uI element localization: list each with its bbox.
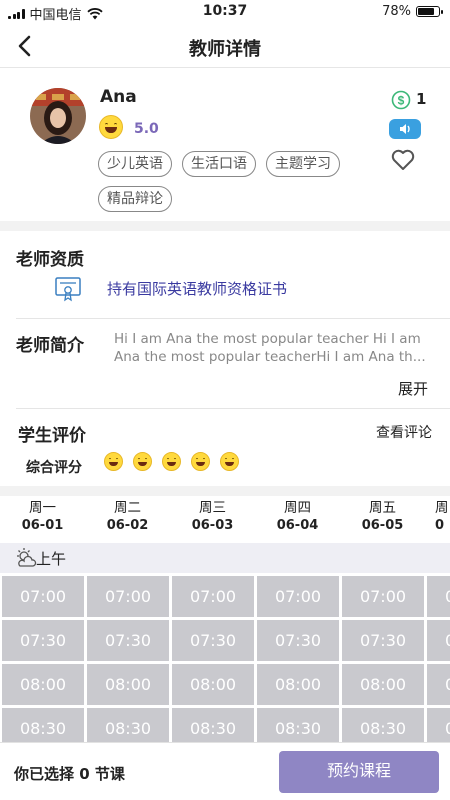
smile-emoji-icon [99, 115, 123, 139]
time-slot[interactable]: 08:30 [172, 708, 254, 742]
avatar[interactable] [30, 88, 86, 144]
day-column[interactable]: 周0 [425, 500, 450, 540]
day-column[interactable]: 周三 06-03 [170, 500, 255, 540]
smile-emoji-icon [162, 452, 181, 471]
coin-count: 1 [416, 90, 427, 108]
period-label: 上午 [36, 550, 67, 568]
avatar-photo [30, 88, 86, 144]
time-slot[interactable]: 07:00 [257, 576, 339, 617]
smile-emoji-icon [220, 452, 239, 471]
day-column[interactable]: 周一 06-01 [0, 500, 85, 540]
battery-percent: 78% [382, 4, 411, 19]
divider [16, 318, 450, 319]
slot-row: 08:3008:3008:3008:3008:3008:30 [2, 708, 450, 742]
period-row: 上午 [0, 543, 450, 573]
intro-text: Hi I am Ana the most popular teacher Hi … [114, 331, 426, 365]
rating-score: 5.0 [134, 121, 159, 137]
time-slot[interactable]: 08:30 [427, 708, 450, 742]
time-slot[interactable]: 08:30 [2, 708, 84, 742]
certificate-icon [55, 277, 81, 302]
expand-link[interactable]: 展开 [398, 378, 428, 399]
smile-emoji-icon [191, 452, 210, 471]
week-header: 周一 06-01 周二 06-02 周三 06-03 周四 06-04 周五 06-05 … [0, 500, 450, 540]
time-slot[interactable]: 08:00 [342, 664, 424, 705]
time-slot[interactable]: 08:30 [257, 708, 339, 742]
favorite-heart-icon[interactable] [390, 147, 416, 173]
smile-emoji-icon [104, 452, 123, 471]
tag[interactable]: 主题学习 [266, 151, 340, 177]
time-slot[interactable]: 07:30 [172, 620, 254, 661]
time-slot[interactable]: 08:00 [87, 664, 169, 705]
tag[interactable]: 少儿英语 [98, 151, 172, 177]
rating-emojis [104, 452, 239, 471]
tag[interactable]: 生活口语 [182, 151, 256, 177]
day-column[interactable]: 周二 06-02 [85, 500, 170, 540]
time-slot[interactable]: 08:00 [2, 664, 84, 705]
time-slot[interactable]: 07:00 [2, 576, 84, 617]
time-slot[interactable]: 07:30 [427, 620, 450, 661]
tag[interactable]: 精品辩论 [98, 186, 172, 212]
time-slot[interactable]: 08:00 [257, 664, 339, 705]
slot-row: 08:0008:0008:0008:0008:0008:00 [2, 664, 450, 705]
speaker-icon [400, 124, 410, 134]
certificate-text: 持有国际英语教师资格证书 [107, 280, 288, 298]
time-slot[interactable]: 07:30 [2, 620, 84, 661]
time-slot[interactable]: 08:00 [427, 664, 450, 705]
time-slot[interactable]: 07:00 [427, 576, 450, 617]
time-slot-grid: 07:0007:0007:0007:0007:0007:0007:3007:30… [2, 576, 450, 742]
slot-row: 07:0007:0007:0007:0007:0007:00 [2, 576, 450, 617]
coin-icon: $ [391, 90, 411, 110]
morning-sun-cloud-icon [17, 548, 37, 567]
day-column[interactable]: 周五 06-05 [340, 500, 425, 540]
status-bar: 中国电信 10:37 78% [0, 0, 450, 24]
footer-bar: 你已选择 0 节课 预约课程 [0, 742, 450, 800]
divider [0, 486, 450, 496]
time-slot[interactable]: 08:00 [172, 664, 254, 705]
book-course-button[interactable]: 预约课程 [279, 751, 439, 793]
slot-row: 07:3007:3007:3007:3007:3007:30 [2, 620, 450, 661]
time-slot[interactable]: 07:00 [87, 576, 169, 617]
teacher-card: Ana 5.0 少儿英语 生活口语 主题学习 精品辩论 $ 1 [0, 69, 450, 221]
nav-bar: 教师详情 [0, 24, 450, 68]
qualification-title: 老师资质 [16, 250, 84, 270]
time-slot[interactable]: 07:30 [257, 620, 339, 661]
time-slot[interactable]: 07:00 [172, 576, 254, 617]
time-slot[interactable]: 08:30 [342, 708, 424, 742]
overall-rating-label: 综合评分 [26, 460, 82, 476]
time-slot[interactable]: 07:30 [342, 620, 424, 661]
teacher-name: Ana [100, 87, 137, 107]
reviews-title: 学生评价 [18, 426, 86, 446]
smile-emoji-icon [133, 452, 152, 471]
time-slot[interactable]: 07:00 [342, 576, 424, 617]
selected-count-text: 你已选择 0 节课 [14, 765, 125, 783]
view-comments-link[interactable]: 查看评论 [376, 422, 432, 442]
time-slot[interactable]: 08:30 [87, 708, 169, 742]
divider [16, 408, 450, 409]
battery-icon [416, 6, 443, 17]
day-column[interactable]: 周四 06-04 [255, 500, 340, 540]
audio-intro-button[interactable] [389, 119, 421, 139]
page-title: 教师详情 [189, 39, 261, 60]
svg-text:$: $ [398, 94, 405, 108]
intro-title: 老师简介 [16, 336, 84, 356]
time-slot[interactable]: 07:30 [87, 620, 169, 661]
tag-list: 少儿英语 生活口语 主题学习 精品辩论 [98, 151, 388, 212]
divider [0, 221, 450, 231]
